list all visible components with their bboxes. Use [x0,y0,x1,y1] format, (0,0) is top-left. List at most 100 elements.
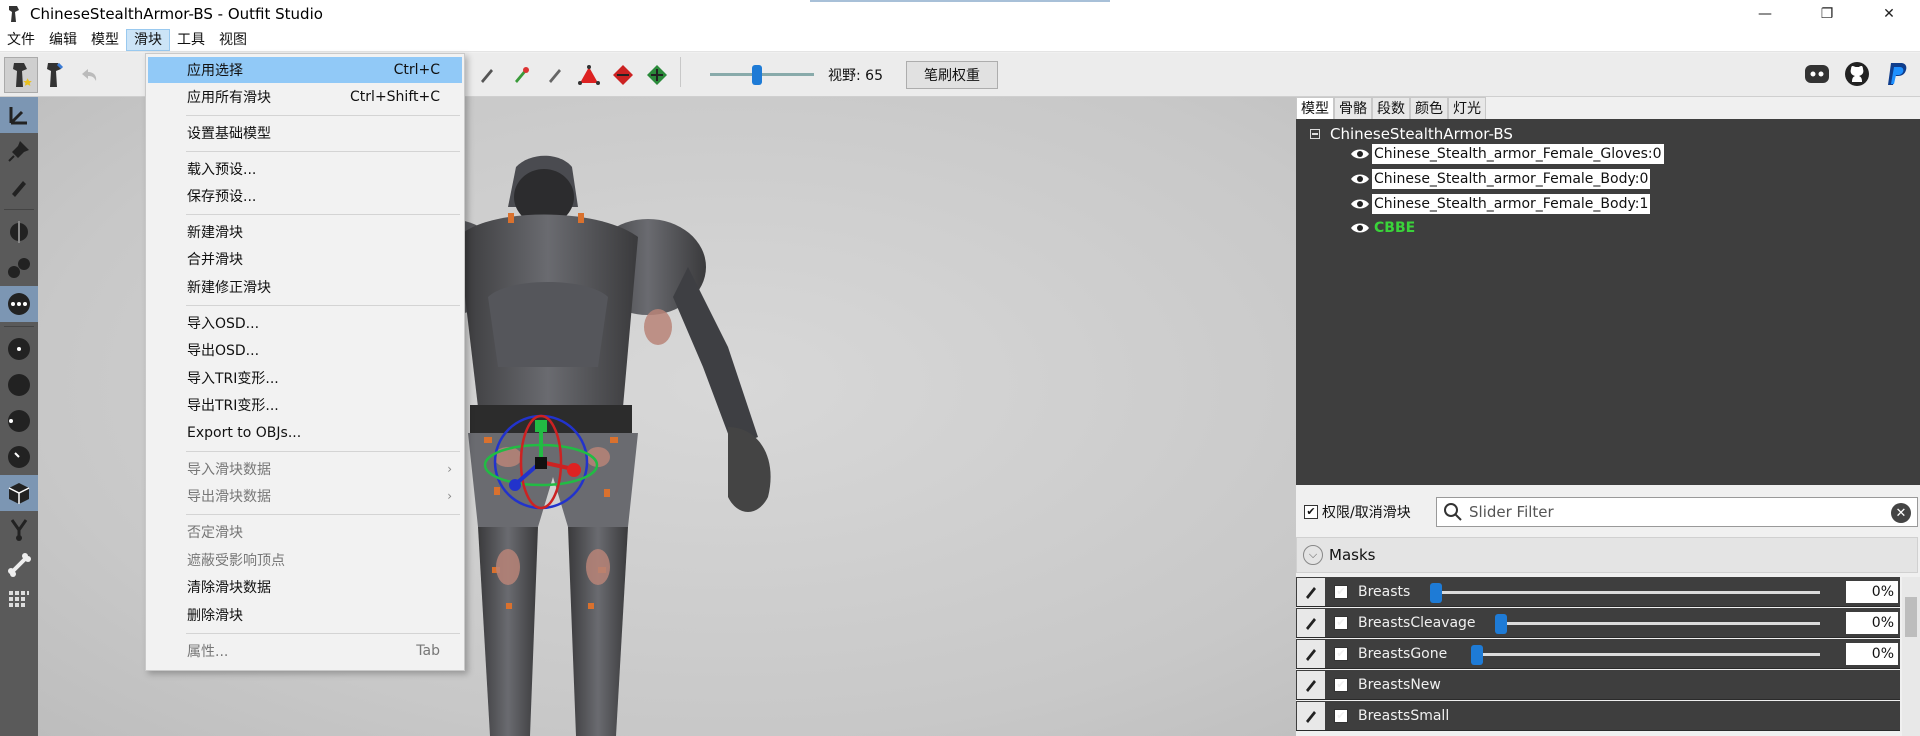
eye-icon[interactable] [1350,221,1370,235]
tab-lights[interactable]: 灯光 [1448,97,1486,119]
smooth-tool-icon[interactable] [0,367,38,403]
tab-colors[interactable]: 颜色 [1410,97,1448,119]
menu-file[interactable]: 文件 [0,29,42,51]
fov-slider-track[interactable] [710,73,814,76]
slider-knob[interactable] [1430,583,1442,603]
menu-save-preset[interactable]: 保存预设... [148,183,462,209]
cube-tool-icon[interactable] [0,475,38,511]
dots-tool-icon[interactable] [0,250,38,286]
slider-checkbox[interactable]: ✔ [1334,615,1348,630]
menu-export-osd[interactable]: 导出OSD... [148,337,462,363]
menu-model[interactable]: 模型 [84,29,126,51]
fov-slider-knob[interactable] [752,65,762,85]
move-tool-icon[interactable] [0,403,38,439]
bone-path-icon[interactable] [0,511,38,547]
shape-item[interactable]: Chinese_Stealth_armor_Female_Body:1 [1350,193,1651,215]
tab-bones[interactable]: 骨骼 [1334,97,1372,119]
split-tool-icon[interactable] [0,214,38,250]
menu-delete-slider[interactable]: 删除滑块 [148,602,462,628]
reference-icon[interactable] [4,56,38,93]
reference-shape-item[interactable]: CBBE [1350,217,1417,239]
shape-item[interactable]: Chinese_Stealth_armor_Female_Body:0 [1350,168,1651,190]
edit-slider-icon[interactable] [1297,577,1325,606]
green-diamond-icon[interactable] [640,57,674,93]
menu-import-slider-data[interactable]: 导入滑块数据 › [148,456,462,482]
menu-merge-sliders[interactable]: 合并滑块 [148,246,462,272]
scrollbar-thumb[interactable] [1905,597,1917,637]
menu-apply-all-sliders[interactable]: 应用所有滑块 Ctrl+Shift+C [148,84,462,110]
deflate-tool-icon[interactable] [0,439,38,475]
paypal-icon[interactable] [1882,59,1912,89]
eye-icon[interactable] [1350,197,1370,211]
inflate-tool-icon[interactable] [0,286,38,322]
tab-model[interactable]: 模型 [1296,97,1334,119]
tab-segments[interactable]: 段数 [1372,97,1410,119]
outfit-icon[interactable] [38,57,72,93]
slider-filter-bar: ✔ 权限/取消滑块 Slider Filter ✕ [1296,495,1920,529]
menu-load-preset[interactable]: 载入预设... [148,156,462,182]
pin-icon[interactable] [0,133,38,169]
chevron-down-icon[interactable]: ⌵ [1303,545,1323,565]
triangle-transform-icon[interactable] [572,57,606,93]
slider-value[interactable]: 0% [1846,612,1898,634]
slider-checkbox[interactable]: ✔ [1334,677,1348,692]
shape-item[interactable]: Chinese_Stealth_armor_Female_Gloves:0 [1350,143,1664,165]
slider-track[interactable] [1472,653,1820,656]
paint-brush-icon[interactable] [538,57,572,93]
colored-brush-icon[interactable] [504,57,538,93]
menu-import-tri[interactable]: 导入TRI变形... [148,365,462,391]
menu-properties[interactable]: 属性... Tab [148,638,462,664]
menu-negate-slider[interactable]: 否定滑块 [148,519,462,545]
menu-export-slider-data[interactable]: 导出滑块数据 › [148,483,462,509]
eye-icon[interactable] [1350,147,1370,161]
menu-export-tri[interactable]: 导出TRI变形... [148,392,462,418]
menu-export-objs[interactable]: Export to OBJs... [148,420,462,446]
collapse-icon[interactable] [1310,129,1320,139]
slider-filter-input[interactable]: Slider Filter ✕ [1436,497,1918,527]
slider-knob[interactable] [1471,645,1483,665]
menu-import-osd[interactable]: 导入OSD... [148,310,462,336]
tree-root[interactable]: ChineseStealthArmor-BS [1310,125,1513,143]
minimize-button[interactable]: — [1734,0,1796,28]
edit-slider-icon[interactable] [1297,670,1325,699]
menu-view[interactable]: 视图 [212,29,254,51]
slider-knob[interactable] [1495,614,1507,634]
menu-slider[interactable]: 滑块 [126,28,170,51]
undo-icon[interactable] [72,57,106,93]
slider-scrollbar[interactable] [1902,577,1920,736]
slider-checkbox[interactable]: ✔ [1334,646,1348,661]
bone-icon[interactable] [0,547,38,583]
slider-track[interactable] [1432,591,1820,594]
slider-value[interactable]: 0% [1846,643,1898,665]
menu-tools[interactable]: 工具 [170,29,212,51]
clear-filter-icon[interactable]: ✕ [1891,503,1911,523]
pencil-icon[interactable] [0,169,38,205]
menu-edit[interactable]: 编辑 [42,29,84,51]
slider-checkbox[interactable]: ✔ [1334,584,1348,599]
menu-set-base-shape[interactable]: 设置基础模型 [148,120,462,146]
grid-icon[interactable] [0,583,38,619]
slider-toggle-checkbox[interactable]: ✔ [1304,505,1318,519]
close-button[interactable]: ✕ [1858,0,1920,28]
red-diamond-icon[interactable] [606,57,640,93]
slider-value[interactable]: 0% [1846,581,1898,603]
menu-new-zap-slider[interactable]: 新建修正滑块 [148,274,462,300]
menu-apply-selection[interactable]: 应用选择 Ctrl+C [148,57,462,83]
brush-weight-button[interactable]: 笔刷权重 [906,61,998,89]
masks-header[interactable]: ⌵ Masks [1296,537,1918,573]
menu-mask-affected-vertices[interactable]: 遮蔽受影响顶点 [148,547,462,573]
menu-clear-slider-data[interactable]: 清除滑块数据 [148,574,462,600]
edit-slider-icon[interactable] [1297,701,1325,730]
discord-icon[interactable] [1802,59,1832,89]
maximize-button[interactable]: ❐ [1796,0,1858,28]
sphere-tool-icon[interactable] [0,331,38,367]
edit-slider-icon[interactable] [1297,608,1325,637]
eye-icon[interactable] [1350,172,1370,186]
slider-checkbox[interactable]: ✔ [1334,708,1348,723]
menu-new-slider[interactable]: 新建滑块 [148,219,462,245]
slider-track[interactable] [1496,622,1820,625]
axis-select-icon[interactable] [0,97,38,133]
brush-icon[interactable] [470,57,504,93]
github-icon[interactable] [1842,59,1872,89]
edit-slider-icon[interactable] [1297,639,1325,668]
